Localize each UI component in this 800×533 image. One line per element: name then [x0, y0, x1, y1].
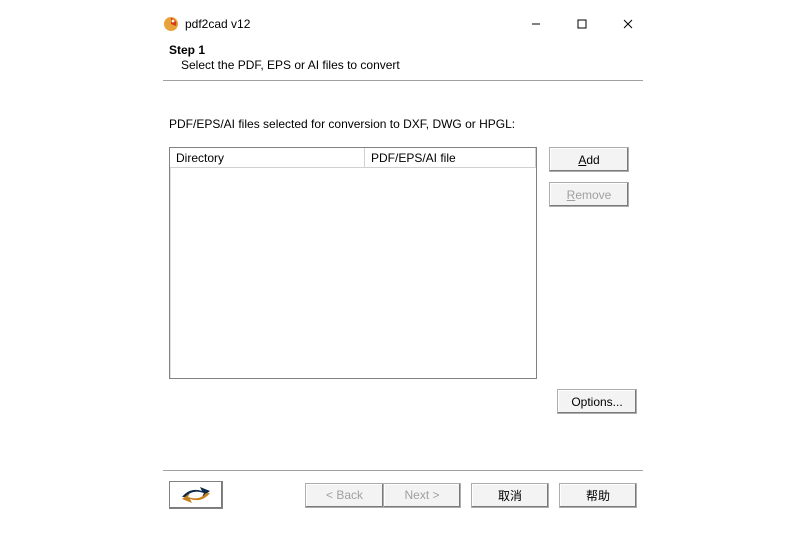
next-button-label: Next > [404, 488, 439, 502]
options-row: Options... [169, 389, 637, 414]
add-button-label: Add [578, 153, 599, 167]
remove-button[interactable]: Remove [549, 182, 629, 207]
step-subtitle: Select the PDF, EPS or AI files to conve… [181, 58, 637, 72]
footer: < Back Next > 取消 帮助 [155, 471, 651, 519]
options-button[interactable]: Options... [557, 389, 637, 414]
close-button[interactable] [605, 9, 651, 39]
logo [169, 481, 223, 509]
help-button-label: 帮助 [586, 487, 610, 504]
titlebar: pdf2cad v12 [155, 9, 651, 39]
back-button[interactable]: < Back [305, 483, 383, 508]
remove-button-label: Remove [567, 188, 612, 202]
maximize-button[interactable] [559, 9, 605, 39]
cancel-button-label: 取消 [498, 487, 522, 504]
app-icon [163, 16, 179, 32]
selection-label: PDF/EPS/AI files selected for conversion… [169, 117, 637, 131]
options-button-label: Options... [571, 395, 622, 409]
column-file[interactable]: PDF/EPS/AI file [365, 148, 536, 168]
minimize-button[interactable] [513, 9, 559, 39]
file-list-header: Directory PDF/EPS/AI file [170, 148, 536, 168]
side-buttons: Add Remove [549, 147, 629, 379]
next-button[interactable]: Next > [383, 483, 461, 508]
add-button[interactable]: Add [549, 147, 629, 172]
main-row: Directory PDF/EPS/AI file Add Remove [169, 147, 637, 379]
help-button[interactable]: 帮助 [559, 483, 637, 508]
minimize-icon [531, 19, 541, 29]
step-header: Step 1 Select the PDF, EPS or AI files t… [155, 39, 651, 80]
window-title: pdf2cad v12 [185, 17, 513, 31]
step-title: Step 1 [169, 43, 637, 57]
wizard-window: pdf2cad v12 Step 1 Select the PDF, EPS o… [155, 9, 651, 522]
close-icon [623, 19, 633, 29]
nav-pair: < Back Next > [305, 483, 461, 508]
back-button-label: < Back [326, 488, 363, 502]
column-directory[interactable]: Directory [170, 148, 365, 168]
refresh-arrows-icon [176, 485, 216, 505]
cancel-button[interactable]: 取消 [471, 483, 549, 508]
window-controls [513, 9, 651, 39]
maximize-icon [577, 19, 587, 29]
content-area: PDF/EPS/AI files selected for conversion… [155, 81, 651, 424]
file-list[interactable]: Directory PDF/EPS/AI file [169, 147, 537, 379]
